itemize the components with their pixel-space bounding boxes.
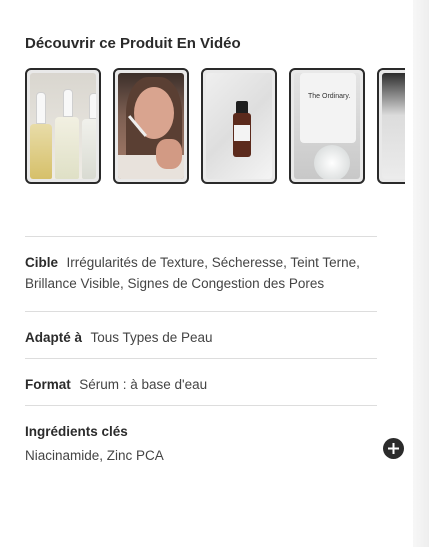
thumbnail-image: [118, 73, 184, 179]
divider: [25, 236, 377, 237]
thumbnail-image: [206, 73, 272, 179]
thumbnail-image: [30, 73, 96, 179]
detail-row-adapte: Adapté à Tous Types de Peau: [25, 327, 385, 348]
format-value: Sérum : à base d'eau: [79, 377, 208, 392]
video-carousel[interactable]: The Ordinary.: [25, 68, 405, 188]
divider: [25, 358, 377, 359]
divider: [25, 311, 377, 312]
expand-ingredients-button[interactable]: [383, 438, 404, 459]
video-thumbnail-5[interactable]: [377, 68, 405, 184]
cible-label: Cible: [25, 255, 59, 270]
ingredients-value: Niacinamide, Zinc PCA: [25, 448, 164, 463]
section-title: Découvrir ce Produit En Vidéo: [25, 35, 241, 52]
ingredients-label: Ingrédients clés: [25, 424, 128, 439]
cible-value: Irrégularités de Texture, Sécheresse, Te…: [25, 255, 360, 291]
detail-row-cible: Cible Irrégularités de Texture, Sécheres…: [25, 252, 385, 294]
thumbnail-image: The Ordinary.: [294, 73, 360, 179]
divider: [25, 405, 377, 406]
video-thumbnail-4[interactable]: The Ordinary.: [289, 68, 365, 184]
video-thumbnail-1[interactable]: [25, 68, 101, 184]
format-label: Format: [25, 377, 71, 392]
brand-text: The Ordinary.: [308, 93, 351, 100]
detail-row-format: Format Sérum : à base d'eau: [25, 374, 385, 395]
plus-circle-icon: [388, 443, 399, 454]
adapte-label: Adapté à: [25, 330, 83, 345]
thumbnail-image: [382, 73, 405, 179]
video-thumbnail-2[interactable]: [113, 68, 189, 184]
adapte-value: Tous Types de Peau: [90, 330, 213, 345]
page-edge-shade: [413, 0, 429, 547]
detail-row-ingredients[interactable]: Ingrédients clés Niacinamide, Zinc PCA: [25, 421, 385, 466]
video-thumbnail-3[interactable]: [201, 68, 277, 184]
